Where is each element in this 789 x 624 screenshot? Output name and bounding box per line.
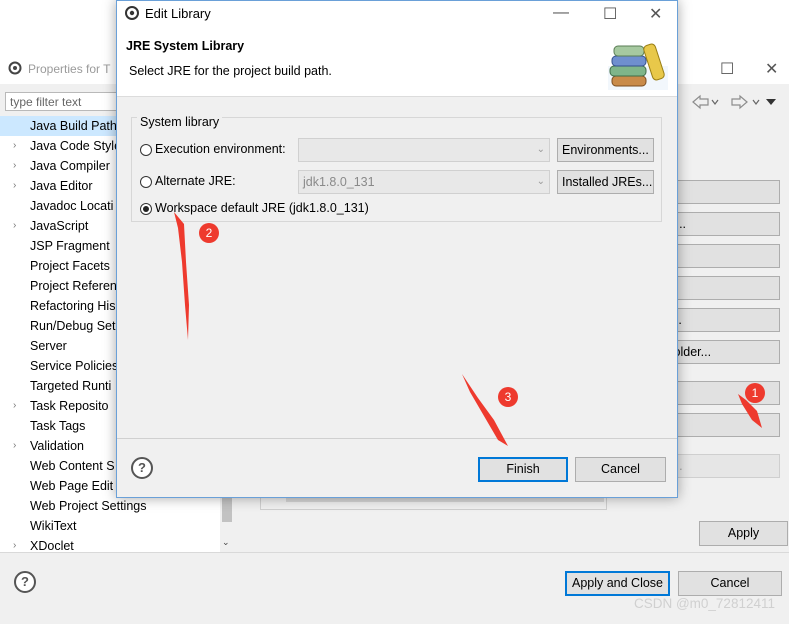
annotation-badge-3: 3: [498, 387, 518, 407]
expand-chevron-icon[interactable]: ›: [13, 216, 16, 236]
dialog-minimize-icon[interactable]: —: [553, 4, 569, 22]
dialog-maximize-icon[interactable]: ☐: [603, 4, 617, 24]
execution-environment-label: Execution environment:: [155, 142, 286, 156]
apply-and-close-button[interactable]: Apply and Close: [565, 571, 670, 596]
expand-chevron-icon[interactable]: ›: [13, 396, 16, 416]
dialog-close-icon[interactable]: ✕: [649, 4, 662, 24]
chevron-down-icon: ⌄: [536, 144, 545, 155]
expand-chevron-icon[interactable]: ›: [13, 536, 16, 552]
forward-arrow-icon[interactable]: [731, 94, 760, 110]
alternate-jre-combo[interactable]: jdk1.8.0_131 ⌄: [298, 170, 550, 194]
tree-item[interactable]: Java Build Path: [0, 116, 118, 136]
properties-gear-icon: [8, 61, 22, 75]
dialog-header-subtitle: Select JRE for the project build path.: [129, 64, 332, 78]
execution-environment-radio[interactable]: [140, 144, 152, 156]
tree-item-label: Web Page Edit: [30, 479, 114, 493]
tree-item-label: Java Code Style: [30, 139, 122, 153]
library-books-icon: [608, 43, 668, 90]
dialog-header-title: JRE System Library: [126, 39, 245, 53]
dialog-help-icon[interactable]: ?: [131, 457, 153, 479]
tree-item-label: Server: [30, 339, 67, 353]
installed-jres-button[interactable]: Installed JREs...: [557, 170, 654, 194]
back-arrow-icon[interactable]: [692, 94, 719, 110]
view-menu-icon[interactable]: [766, 99, 776, 105]
watermark: CSDN @m0_72812411: [633, 596, 775, 611]
history-nav: [692, 94, 776, 110]
chevron-down-icon: ⌄: [536, 176, 545, 187]
expand-chevron-icon[interactable]: ›: [13, 156, 16, 176]
expand-chevron-icon[interactable]: ›: [13, 136, 16, 156]
properties-cancel-button[interactable]: Cancel: [678, 571, 782, 596]
tree-item[interactable]: WikiText: [0, 516, 220, 536]
tree-item-label: JSP Fragment: [30, 239, 110, 253]
properties-title: Properties for T: [28, 62, 111, 76]
tree-item[interactable]: Web Project Settings: [0, 496, 220, 516]
tree-item-label: Web Content S: [30, 459, 115, 473]
workspace-default-radio[interactable]: [140, 203, 152, 215]
dialog-title: Edit Library: [145, 6, 211, 21]
dialog-cancel-button[interactable]: Cancel: [575, 457, 666, 482]
annotation-badge-2: 2: [199, 223, 219, 243]
help-icon[interactable]: ?: [14, 571, 36, 593]
expand-chevron-icon[interactable]: ›: [13, 436, 16, 456]
tree-item-label: Refactoring His: [30, 299, 116, 313]
tree-item-label: Java Build Path: [30, 119, 117, 133]
annotation-badge-1: 1: [745, 383, 765, 403]
tree-item-label: Web Project Settings: [30, 499, 147, 513]
environments-button[interactable]: Environments...: [557, 138, 654, 162]
apply-button[interactable]: Apply: [699, 521, 788, 546]
tree-item-label: XDoclet: [30, 539, 74, 552]
system-library-label: System library: [137, 115, 223, 129]
tree-item-label: JavaScript: [30, 219, 89, 233]
scroll-down-icon[interactable]: ⌄: [222, 537, 230, 548]
maximize-icon[interactable]: ☐: [720, 59, 734, 79]
tree-item-label: Java Compiler: [30, 159, 110, 173]
tree-item-label: Service Policies: [30, 359, 119, 373]
execution-environment-combo[interactable]: ⌄: [298, 138, 550, 162]
tree-item-label: Project Facets: [30, 259, 110, 273]
workspace-default-label: Workspace default JRE (jdk1.8.0_131): [155, 201, 369, 215]
tree-item-label: WikiText: [30, 519, 77, 533]
alternate-jre-label: Alternate JRE:: [155, 174, 236, 188]
close-icon[interactable]: ✕: [765, 59, 778, 79]
alternate-jre-radio[interactable]: [140, 176, 152, 188]
alternate-jre-value: jdk1.8.0_131: [303, 175, 375, 189]
tree-item-label: Task Tags: [30, 419, 86, 433]
finish-button[interactable]: Finish: [478, 457, 568, 482]
tree-item-label: Validation: [30, 439, 84, 453]
dialog-footer-divider: [117, 438, 677, 439]
tree-item-label: Java Editor: [30, 179, 93, 193]
filter-input[interactable]: type filter text: [5, 92, 117, 111]
footer-divider: [0, 552, 789, 553]
tree-item-label: Task Reposito: [30, 399, 109, 413]
tree-item-label: Run/Debug Set: [30, 319, 116, 333]
tree-item-label: Project Referen: [30, 279, 117, 293]
expand-chevron-icon[interactable]: ›: [13, 176, 16, 196]
dialog-gear-icon: [125, 6, 139, 20]
tree-item-label: Javadoc Locati: [30, 199, 114, 213]
tree-item[interactable]: › XDoclet: [0, 536, 220, 552]
tree-item-label: Targeted Runti: [30, 379, 112, 393]
